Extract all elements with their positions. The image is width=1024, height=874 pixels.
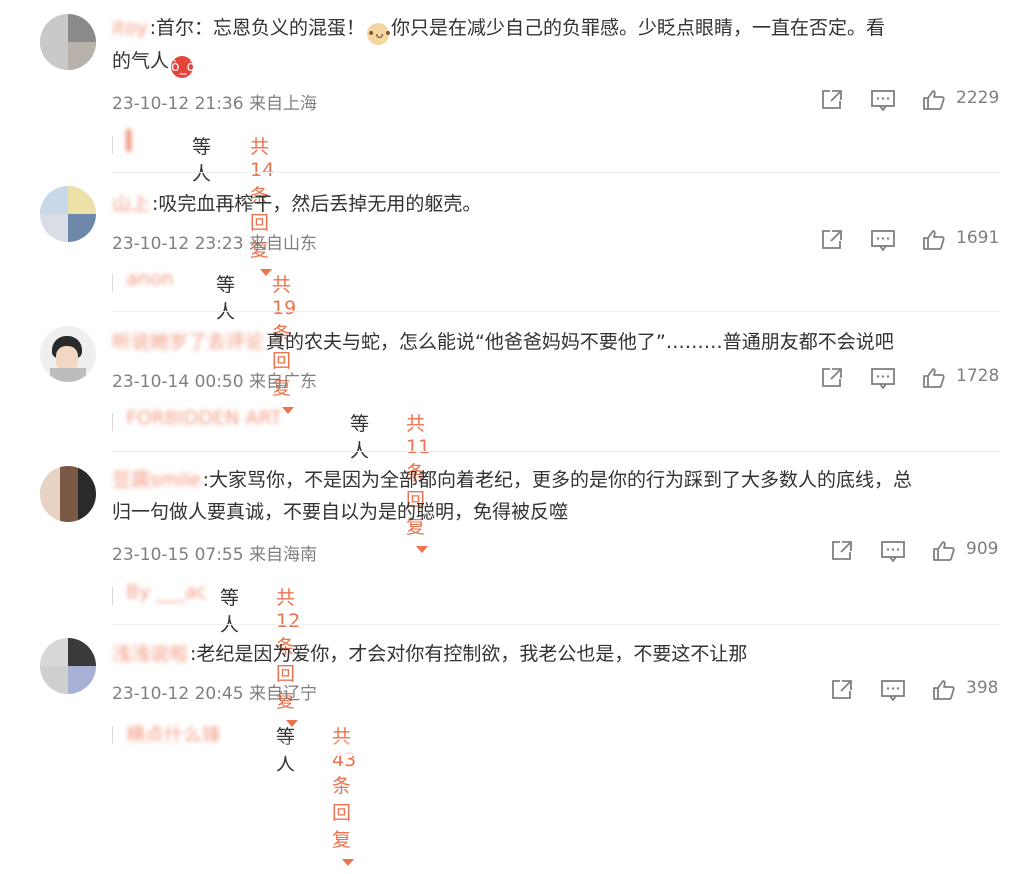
comment-body: 真的农夫与蛇，怎么能说“他爸爸妈妈不要他了”………普通朋友都不会说吧 — [266, 331, 894, 353]
share-button[interactable] — [820, 229, 844, 251]
username[interactable]: 豆腐smile — [112, 464, 201, 496]
comment-text: 山上:吸完血再榨干，然后丢掉无用的躯壳。 — [112, 188, 1000, 220]
comment-body: :老纪是因为爱你，才会对你有控制欲，我老公也是，不要这不让那 — [190, 643, 748, 665]
share-button[interactable] — [820, 89, 844, 111]
avatar[interactable] — [40, 326, 96, 382]
divider — [112, 311, 1000, 312]
divider — [112, 172, 1000, 173]
comment-icon — [871, 368, 895, 389]
share-button[interactable] — [820, 367, 844, 389]
share-icon — [832, 680, 852, 699]
reply-divider — [112, 587, 113, 605]
caret-down-icon — [282, 407, 294, 414]
username[interactable]: itoy — [112, 12, 148, 44]
username[interactable]: 听说她岁了去评论 — [112, 326, 264, 358]
avatar[interactable] — [40, 186, 96, 242]
comment-button[interactable] — [870, 367, 896, 389]
like-button[interactable] — [932, 540, 956, 562]
thumb-up-icon — [923, 90, 945, 110]
avatar[interactable] — [40, 14, 96, 70]
like-button[interactable] — [922, 89, 946, 111]
like-count: 909 — [966, 539, 999, 559]
like-button[interactable] — [922, 367, 946, 389]
comment-body-cont: 你只是在减少自己的负罪感。少眨点眼睛，一直在否定。看 — [391, 17, 886, 39]
thumb-up-icon — [923, 368, 945, 388]
comment-icon — [871, 90, 895, 111]
reply-divider — [112, 136, 113, 154]
reply-divider — [112, 274, 113, 292]
reply-usernames[interactable]: FORBIDDEN ART — [126, 407, 282, 429]
comment-meta: 23-10-12 20:45 来自辽宁 — [112, 684, 317, 704]
caret-down-icon — [260, 269, 272, 276]
comment-button[interactable] — [870, 89, 896, 111]
comment-meta: 23-10-15 07:55 来自海南 — [112, 545, 317, 565]
thumb-up-icon — [923, 230, 945, 250]
share-button[interactable] — [830, 540, 854, 562]
share-icon — [822, 368, 842, 387]
comment-meta: 23-10-14 00:50 来自广东 — [112, 372, 317, 392]
share-button[interactable] — [830, 679, 854, 701]
reply-usernames[interactable]: anon — [126, 268, 173, 290]
share-icon — [822, 90, 842, 109]
reply-deng: 等人 — [350, 413, 370, 462]
reply-deng: 等人 — [192, 136, 212, 185]
avatar[interactable] — [40, 638, 96, 694]
divider — [112, 451, 1000, 452]
comment-text: 浅浅说啦:老纪是因为爱你，才会对你有控制欲，我老公也是，不要这不让那 — [112, 638, 1000, 670]
thumb-up-icon — [933, 541, 955, 561]
reply-divider — [112, 413, 113, 431]
caret-down-icon — [342, 859, 354, 866]
reply-deng: 等人 — [216, 274, 236, 323]
comment-button[interactable] — [870, 229, 896, 251]
comment-meta: 23-10-12 21:36 来自上海 — [112, 94, 317, 114]
like-button[interactable] — [932, 679, 956, 701]
share-icon — [832, 541, 852, 560]
comment-text: itoy:首尔：忘恩负义的混蛋！ •ᴗ•你只是在减少自己的负罪感。少眨点眼睛，一直… — [112, 12, 1000, 78]
comment-icon — [881, 541, 905, 562]
comment-body-line2: 归一句做人要真诚，不要自以为是的聪明，免得被反噬 — [112, 501, 569, 523]
comment-text: 听说她岁了去评论 真的农夫与蛇，怎么能说“他爸爸妈妈不要他了”………普通朋友都不会… — [112, 326, 1000, 358]
comment-body: :吸完血再榨干，然后丢掉无用的躯壳。 — [152, 193, 482, 215]
like-count: 2229 — [956, 88, 1000, 108]
comment-body-line2: 的气人 — [112, 50, 170, 72]
comment-icon — [871, 230, 895, 251]
comment-body: :首尔：忘恩负义的混蛋！ — [149, 17, 366, 39]
angry-face-emoji: ò_ó — [171, 56, 195, 78]
divider — [112, 624, 1000, 625]
comment-button[interactable] — [880, 540, 906, 562]
reply-deng: 等人 — [220, 587, 240, 636]
comment-icon — [881, 680, 905, 701]
comment-meta: 23-10-12 23:23 来自山东 — [112, 234, 317, 254]
thumb-up-icon — [933, 680, 955, 700]
reply-usernames[interactable]: By ___ac — [126, 581, 207, 603]
username[interactable]: 山上 — [112, 188, 150, 220]
like-count: 1691 — [956, 228, 1000, 248]
comment-text: 豆腐smile:大家骂你，不是因为全部都向着老纪，更多的是你的行为踩到了大多数人… — [112, 464, 1000, 528]
avatar[interactable] — [40, 466, 96, 522]
like-count: 398 — [966, 678, 999, 698]
comment-button[interactable] — [880, 679, 906, 701]
reply-usernames[interactable]: ▍ — [126, 130, 141, 152]
username[interactable]: 浅浅说啦 — [112, 638, 188, 670]
share-icon — [822, 230, 842, 249]
caret-down-icon — [416, 546, 428, 553]
like-count: 1728 — [956, 366, 1000, 386]
bottom-fade — [0, 738, 1024, 756]
cat-face-emoji: •ᴗ• — [367, 23, 392, 45]
comment-body: :大家骂你，不是因为全部都向着老纪，更多的是你的行为踩到了大多数人的底线，总 — [202, 469, 913, 491]
like-button[interactable] — [922, 229, 946, 251]
